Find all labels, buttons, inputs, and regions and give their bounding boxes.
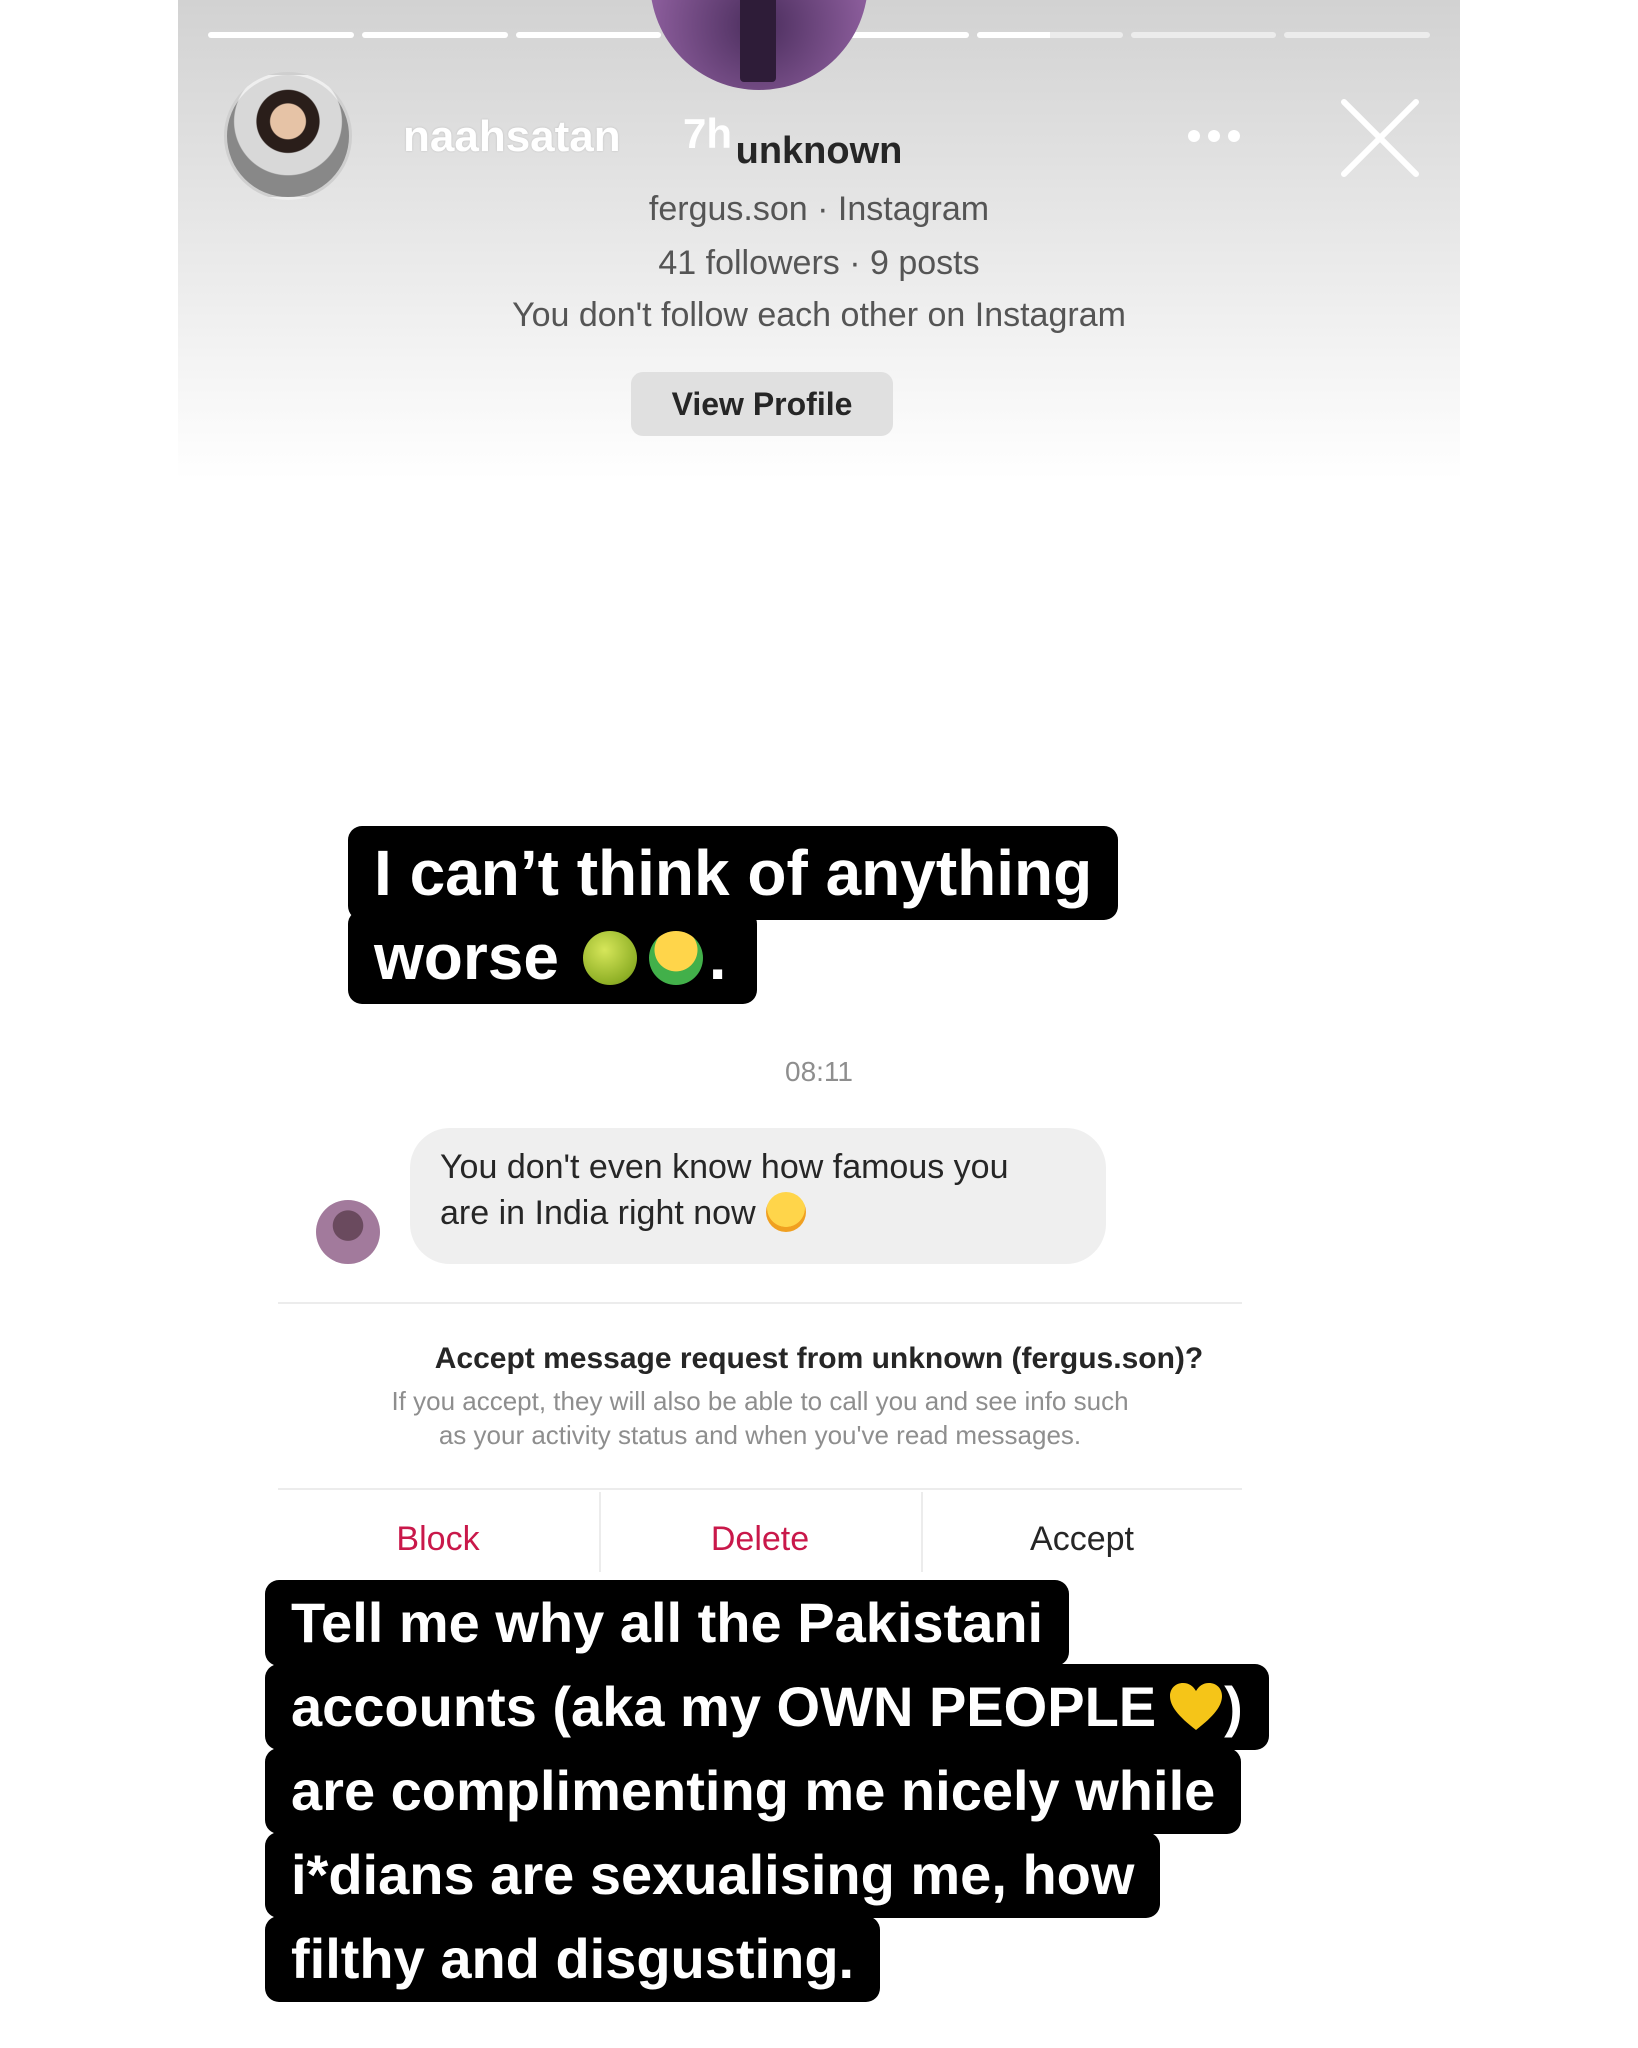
profile-follow-status: You don't follow each other on Instagram [512, 296, 1126, 334]
divider [278, 1302, 1242, 1304]
request-body: If you accept, they will also be able to… [328, 1384, 1192, 1452]
message-text-line-1: You don't even know how famous you [440, 1148, 1009, 1186]
block-button[interactable]: Block [278, 1520, 598, 1559]
caption-bottom-line-1: Tell me why all the Pakistani [265, 1580, 1070, 1666]
caption-bottom-line-5: filthy and disgusting. [265, 1916, 881, 2002]
progress-segment [208, 32, 354, 38]
yellow-heart-icon [1170, 1683, 1223, 1730]
divider [278, 1488, 1242, 1490]
progress-segment [361, 32, 508, 38]
profile-name: unknown [735, 130, 903, 172]
delete-button[interactable]: Delete [600, 1520, 920, 1559]
profile-stats: 41 followers · 9 posts [658, 244, 980, 282]
caption-bottom-line-4: i*dians are sexualising me, how [265, 1832, 1161, 1918]
caption-bottom-line-2: accounts (aka my OWN PEOPLE) [265, 1664, 1269, 1750]
profile-handle: fergus.son · Instagram [648, 190, 990, 228]
progress-segment [1130, 32, 1277, 38]
close-icon[interactable] [1338, 96, 1422, 180]
request-body-line-2: as your activity status and when you've … [438, 1420, 1082, 1450]
caption-top-line-2: worse . [348, 910, 757, 1004]
nauseated-face-icon [582, 931, 637, 985]
message-text-line-2: are in India right now [440, 1190, 1076, 1236]
caption-bottom-paren: ) [1224, 1675, 1243, 1738]
caption-top-period: . [708, 921, 727, 993]
request-body-line-1: If you accept, they will also be able to… [391, 1386, 1129, 1416]
progress-segment [1284, 32, 1430, 38]
sender-avatar[interactable] [316, 1200, 380, 1264]
more-options-icon[interactable] [1188, 130, 1258, 144]
tears-of-joy-icon [765, 1192, 806, 1232]
progress-segment [976, 32, 1123, 38]
message-text-line-2-text: are in India right now [440, 1194, 756, 1232]
caption-bottom-line-2-text: accounts (aka my OWN PEOPLE [291, 1675, 1157, 1738]
caption-top-word: worse [374, 921, 559, 993]
view-profile-button[interactable]: View Profile [631, 372, 893, 436]
progress-segment [515, 32, 662, 38]
accept-button[interactable]: Accept [922, 1520, 1242, 1559]
message-timestamp: 08:11 [785, 1056, 853, 1087]
vomiting-face-icon [648, 931, 703, 985]
story-viewer[interactable]: naahsatan 7h unknown fergus.son · Instag… [178, 0, 1460, 2048]
request-title: Accept message request from unknown (fer… [434, 1342, 1204, 1375]
caption-bottom-line-3: are complimenting me nicely while [265, 1748, 1242, 1834]
caption-top-line-1: I can’t think of anything [348, 826, 1119, 920]
message-bubble[interactable]: You don't even know how famous you are i… [410, 1128, 1106, 1264]
